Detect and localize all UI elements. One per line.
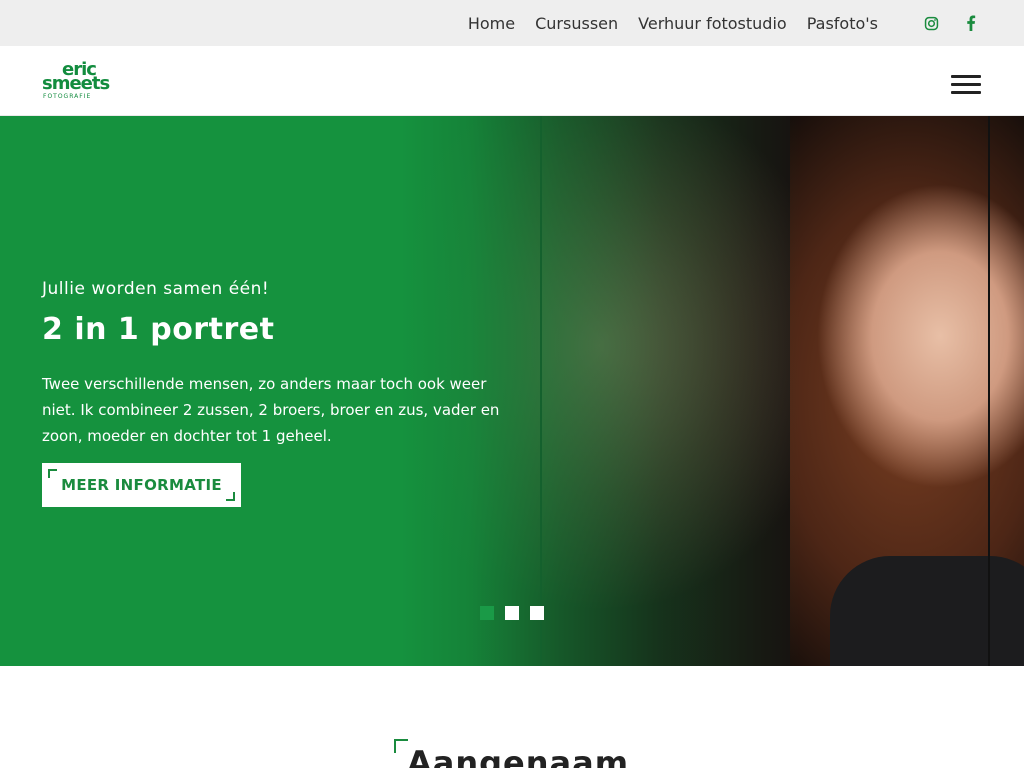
eric-smeets-logo[interactable]: eric smeets FOTOGRAFIE — [42, 61, 110, 103]
hero-description: Twee verschillende mensen, zo anders maa… — [42, 375, 500, 445]
top-navigation: Home Cursussen Verhuur fotostudio Pasfot… — [448, 0, 980, 46]
hero-slider: Jullie worden samen één! 2 in 1 portret … — [0, 116, 1024, 666]
section-title: Aangenaam — [407, 744, 630, 768]
logo-line-3: FOTOGRAFIE — [43, 93, 92, 100]
menu-bar — [951, 91, 981, 94]
logo-line-2: smeets — [42, 73, 110, 94]
slider-dot-3[interactable] — [530, 606, 544, 620]
hamburger-menu-icon[interactable] — [951, 75, 981, 95]
slider-dot-2[interactable] — [505, 606, 519, 620]
site-header: eric smeets FOTOGRAFIE — [0, 46, 1024, 116]
social-links — [900, 14, 980, 32]
menu-bar — [951, 83, 981, 86]
slider-dots — [480, 606, 555, 620]
nav-link-cursussen[interactable]: Cursussen — [535, 14, 618, 33]
nav-link-verhuur-fotostudio[interactable]: Verhuur fotostudio — [638, 14, 787, 33]
hero-title: 2 in 1 portret — [42, 312, 275, 347]
slider-dot-1[interactable] — [480, 606, 494, 620]
top-bar: Home Cursussen Verhuur fotostudio Pasfot… — [0, 0, 1024, 46]
intro-section: Aangenaam — [0, 666, 1024, 768]
menu-bar — [951, 75, 981, 78]
corner-accent — [226, 492, 235, 501]
cta-label: MEER INFORMATIE — [61, 476, 222, 494]
facebook-icon[interactable] — [962, 14, 980, 32]
instagram-icon[interactable] — [922, 14, 940, 32]
nav-link-home[interactable]: Home — [468, 14, 515, 33]
hero-kicker: Jullie worden samen één! — [42, 279, 270, 299]
meer-informatie-button[interactable]: MEER INFORMATIE — [42, 463, 241, 507]
nav-link-pasfotos[interactable]: Pasfoto's — [807, 14, 878, 33]
corner-accent — [48, 469, 57, 478]
corner-accent — [394, 739, 408, 753]
